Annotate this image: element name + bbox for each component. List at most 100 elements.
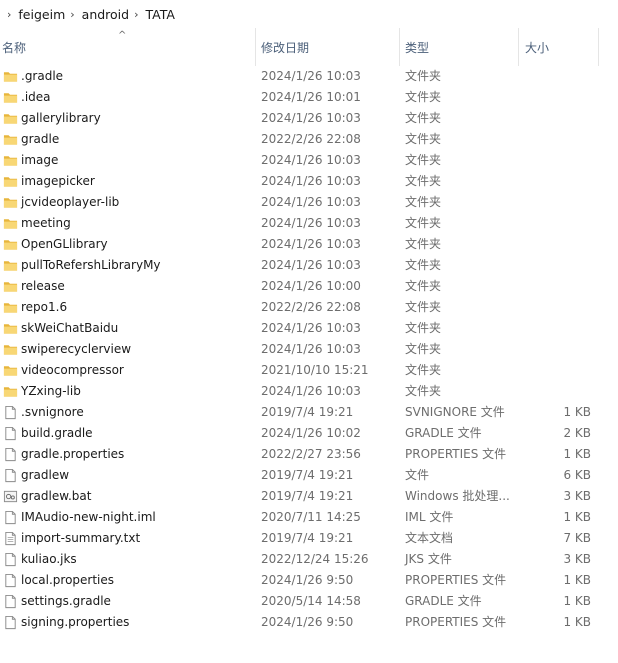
file-icon [3, 510, 18, 525]
file-row[interactable]: repo1.6 2022/2/26 22:08 文件夹 [0, 297, 618, 318]
breadcrumb: › feigeim › android › TATA [0, 0, 618, 28]
file-name: IMAudio-new-night.iml [21, 510, 156, 524]
folder-icon [3, 363, 18, 378]
file-date: 2024/1/26 10:00 [261, 279, 361, 293]
file-icon [3, 594, 18, 609]
file-name: jcvideoplayer-lib [21, 195, 120, 209]
file-row[interactable]: release 2024/1/26 10:00 文件夹 [0, 276, 618, 297]
file-icon [3, 405, 18, 420]
file-row[interactable]: local.properties 2024/1/26 9:50 PROPERTIES… [0, 570, 618, 591]
file-size: 2 KB [563, 426, 591, 440]
file-row[interactable]: .gradle 2024/1/26 10:03 文件夹 [0, 66, 618, 87]
folder-icon [3, 69, 18, 84]
file-name: swiperecyclerview [21, 342, 132, 356]
file-date: 2024/1/26 10:03 [261, 111, 361, 125]
file-row[interactable]: OpenGLlibrary 2024/1/26 10:03 文件夹 [0, 234, 618, 255]
file-icon [3, 447, 18, 462]
file-type: 文件夹 [405, 363, 442, 377]
file-row[interactable]: .svnignore 2019/7/4 19:21 SVNIGNORE 文件 1 KB [0, 402, 618, 423]
file-row[interactable]: skWeiChatBaidu 2024/1/26 10:03 文件夹 [0, 318, 618, 339]
folder-icon [3, 174, 18, 189]
file-date: 2021/10/10 15:21 [261, 363, 369, 377]
file-row[interactable]: gradle 2022/2/26 22:08 文件夹 [0, 129, 618, 150]
file-name: videocompressor [21, 363, 124, 377]
file-date: 2024/1/26 10:03 [261, 153, 361, 167]
file-size: 3 KB [563, 489, 591, 503]
file-date: 2022/12/24 15:26 [261, 552, 369, 566]
file-name: local.properties [21, 573, 115, 587]
breadcrumb-item-feigeim[interactable]: feigeim [18, 7, 65, 22]
file-type: PROPERTIES 文件 [405, 447, 507, 461]
file-row[interactable]: gradlew.bat 2019/7/4 19:21 Windows 批处理... 3… [0, 486, 618, 507]
file-size: 1 KB [563, 573, 591, 587]
file-date: 2024/1/26 9:50 [261, 615, 354, 629]
file-date: 2024/1/26 10:03 [261, 321, 361, 335]
file-size: 1 KB [563, 405, 591, 419]
file-row[interactable]: jcvideoplayer-lib 2024/1/26 10:03 文件夹 [0, 192, 618, 213]
file-date: 2024/1/26 9:50 [261, 573, 354, 587]
file-row[interactable]: meeting 2024/1/26 10:03 文件夹 [0, 213, 618, 234]
file-row[interactable]: signing.properties 2024/1/26 9:50 PROPERTI… [0, 612, 618, 633]
file-type: GRADLE 文件 [405, 594, 482, 608]
file-date: 2022/2/26 22:08 [261, 300, 361, 314]
file-type: 文件夹 [405, 237, 442, 251]
file-row[interactable]: .idea 2024/1/26 10:01 文件夹 [0, 87, 618, 108]
file-type: 文件夹 [405, 258, 442, 272]
file-date: 2024/1/26 10:03 [261, 237, 361, 251]
file-date: 2019/7/4 19:21 [261, 468, 354, 482]
column-header-type[interactable]: 类型 [399, 28, 518, 66]
file-date: 2024/1/26 10:02 [261, 426, 361, 440]
file-size: 6 KB [563, 468, 591, 482]
file-type: Windows 批处理... [405, 489, 510, 503]
breadcrumb-item-tata[interactable]: TATA [146, 7, 175, 22]
file-size: 3 KB [563, 552, 591, 566]
file-row[interactable]: kuliao.jks 2022/12/24 15:26 JKS 文件 3 KB [0, 549, 618, 570]
file-date: 2022/2/26 22:08 [261, 132, 361, 146]
file-row[interactable]: image 2024/1/26 10:03 文件夹 [0, 150, 618, 171]
file-type: 文件夹 [405, 69, 442, 83]
file-type: 文本文档 [405, 531, 454, 545]
file-row[interactable]: IMAudio-new-night.iml 2020/7/11 14:25 IML … [0, 507, 618, 528]
file-type: SVNIGNORE 文件 [405, 405, 505, 419]
folder-icon [3, 111, 18, 126]
file-row[interactable]: gradlew 2019/7/4 19:21 文件 6 KB [0, 465, 618, 486]
file-type: 文件夹 [405, 321, 442, 335]
file-date: 2024/1/26 10:03 [261, 195, 361, 209]
folder-icon [3, 300, 18, 315]
column-header-date[interactable]: 修改日期 [255, 28, 399, 66]
column-header-size[interactable]: 大小 [518, 28, 598, 66]
file-row[interactable]: import-summary.txt 2019/7/4 19:21 文本文档 7 KB [0, 528, 618, 549]
file-name: OpenGLlibrary [21, 237, 108, 251]
folder-icon [3, 237, 18, 252]
file-type: GRADLE 文件 [405, 426, 482, 440]
chevron-right-icon[interactable]: › [134, 8, 138, 21]
column-header-name[interactable]: 名称 [0, 28, 255, 66]
file-type: 文件夹 [405, 90, 442, 104]
file-type: 文件夹 [405, 342, 442, 356]
folder-icon [3, 279, 18, 294]
file-type: 文件夹 [405, 300, 442, 314]
file-type: IML 文件 [405, 510, 454, 524]
file-row[interactable]: imagepicker 2024/1/26 10:03 文件夹 [0, 171, 618, 192]
folder-icon [3, 90, 18, 105]
file-row[interactable]: settings.gradle 2020/5/14 14:58 GRADLE 文件 1… [0, 591, 618, 612]
file-row[interactable]: YZxing-lib 2024/1/26 10:03 文件夹 [0, 381, 618, 402]
file-row[interactable]: pullToRefershLibraryMy 2024/1/26 10:03 文件夹 [0, 255, 618, 276]
file-type: 文件夹 [405, 132, 442, 146]
file-row[interactable]: gradle.properties 2022/2/27 23:56 PROPERTI… [0, 444, 618, 465]
file-type: JKS 文件 [405, 552, 452, 566]
breadcrumb-item-android[interactable]: android [82, 7, 129, 22]
folder-icon [3, 384, 18, 399]
file-list: .gradle 2024/1/26 10:03 文件夹 .idea 2024/1/26 … [0, 66, 618, 633]
file-row[interactable]: gallerylibrary 2024/1/26 10:03 文件夹 [0, 108, 618, 129]
file-date: 2024/1/26 10:03 [261, 342, 361, 356]
chevron-right-icon[interactable]: › [7, 8, 11, 21]
file-row[interactable]: build.gradle 2024/1/26 10:02 GRADLE 文件 2 KB [0, 423, 618, 444]
file-name: kuliao.jks [21, 552, 77, 566]
file-name: YZxing-lib [21, 384, 81, 398]
chevron-right-icon[interactable]: › [70, 8, 74, 21]
file-row[interactable]: swiperecyclerview 2024/1/26 10:03 文件夹 [0, 339, 618, 360]
file-icon [3, 615, 18, 630]
file-row[interactable]: videocompressor 2021/10/10 15:21 文件夹 [0, 360, 618, 381]
file-icon [3, 573, 18, 588]
